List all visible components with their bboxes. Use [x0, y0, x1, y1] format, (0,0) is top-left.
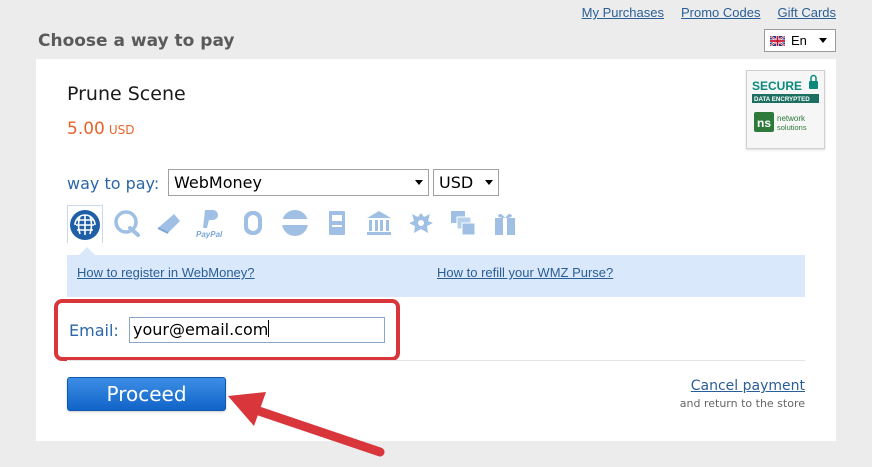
paypal-icon: PayPal — [196, 210, 223, 239]
cancel-payment-link[interactable]: Cancel payment — [691, 378, 805, 394]
payment-method-select[interactable]: WebMoney — [168, 169, 429, 196]
language-value: En — [791, 33, 807, 48]
method-russian-post[interactable] — [403, 205, 439, 241]
email-value: your@email.com — [133, 320, 269, 339]
secure-line3: network — [777, 114, 806, 123]
email-label: Email: — [69, 321, 119, 340]
language-select[interactable]: En — [764, 29, 836, 52]
method-card[interactable] — [277, 205, 313, 241]
secure-line2: DATA ENCRYPTED — [754, 96, 810, 103]
method-wallet[interactable] — [151, 205, 187, 241]
page-title: Choose a way to pay — [38, 31, 235, 51]
wallet-icon — [157, 214, 180, 234]
my-purchases-link[interactable]: My Purchases — [582, 5, 664, 20]
method-bank[interactable] — [361, 205, 397, 241]
price-currency: USD — [108, 123, 135, 137]
payment-method-icons: PayPal — [67, 205, 523, 243]
method-webmoney[interactable] — [67, 205, 103, 243]
chevron-down-icon — [415, 180, 423, 185]
uk-flag-icon — [770, 35, 785, 46]
secure-logo-text: ns — [757, 116, 771, 130]
currency-select[interactable]: USD — [433, 169, 499, 196]
method-gift[interactable] — [487, 205, 523, 241]
mobile-icon — [244, 211, 262, 235]
method-terminal[interactable] — [319, 205, 355, 241]
card-icon — [282, 210, 308, 236]
chevron-down-icon — [819, 38, 827, 43]
currency-value: USD — [439, 173, 474, 192]
method-paypal[interactable]: PayPal — [193, 205, 229, 241]
info-strip: How to register in WebMoney? How to refi… — [67, 247, 805, 297]
email-field[interactable]: your@email.com — [129, 317, 385, 343]
way-to-pay-label: way to pay: — [67, 174, 160, 193]
promo-codes-link[interactable]: Promo Codes — [681, 5, 760, 20]
method-mobile[interactable] — [235, 205, 271, 241]
cancel-subtext: and return to the store — [679, 397, 805, 410]
gift-cards-link[interactable]: Gift Cards — [777, 5, 836, 20]
gift-icon — [495, 213, 515, 235]
active-method-notch — [79, 247, 95, 255]
product-name: Prune Scene — [67, 83, 186, 105]
emblem-icon — [409, 213, 433, 233]
webmoney-icon — [70, 209, 100, 240]
chevron-down-icon — [485, 180, 493, 185]
divider — [67, 360, 805, 361]
method-qiwi[interactable] — [109, 205, 145, 241]
pointer-arrow-icon — [228, 392, 385, 457]
cancel-area: Cancel payment and return to the store — [680, 377, 805, 410]
product-price: 5.00 USD — [67, 119, 135, 139]
secure-badge: SECURE DATA ENCRYPTED ns network solutio… — [746, 70, 825, 149]
transfer-icon — [451, 211, 476, 236]
secure-badge-graphic: SECURE DATA ENCRYPTED ns network solutio… — [752, 74, 819, 132]
secure-line1: SECURE — [752, 79, 802, 93]
bank-icon — [367, 211, 391, 235]
proceed-button[interactable]: Proceed — [67, 377, 226, 411]
terminal-icon — [329, 211, 345, 235]
paypal-caption: PayPal — [196, 230, 223, 239]
price-amount: 5.00 — [67, 119, 105, 139]
payment-panel: Prune Scene 5.00 USD SECURE DATA ENCRYPTE… — [36, 59, 836, 441]
method-transfer[interactable] — [445, 205, 481, 241]
secure-line4: solutions — [777, 123, 807, 132]
qiwi-icon — [114, 210, 140, 237]
refill-wmz-link[interactable]: How to refill your WMZ Purse? — [437, 265, 613, 280]
text-cursor — [268, 320, 270, 337]
payment-method-value: WebMoney — [174, 173, 262, 192]
register-webmoney-link[interactable]: How to register in WebMoney? — [77, 265, 255, 280]
top-nav: My Purchases Promo Codes Gift Cards — [582, 5, 836, 20]
